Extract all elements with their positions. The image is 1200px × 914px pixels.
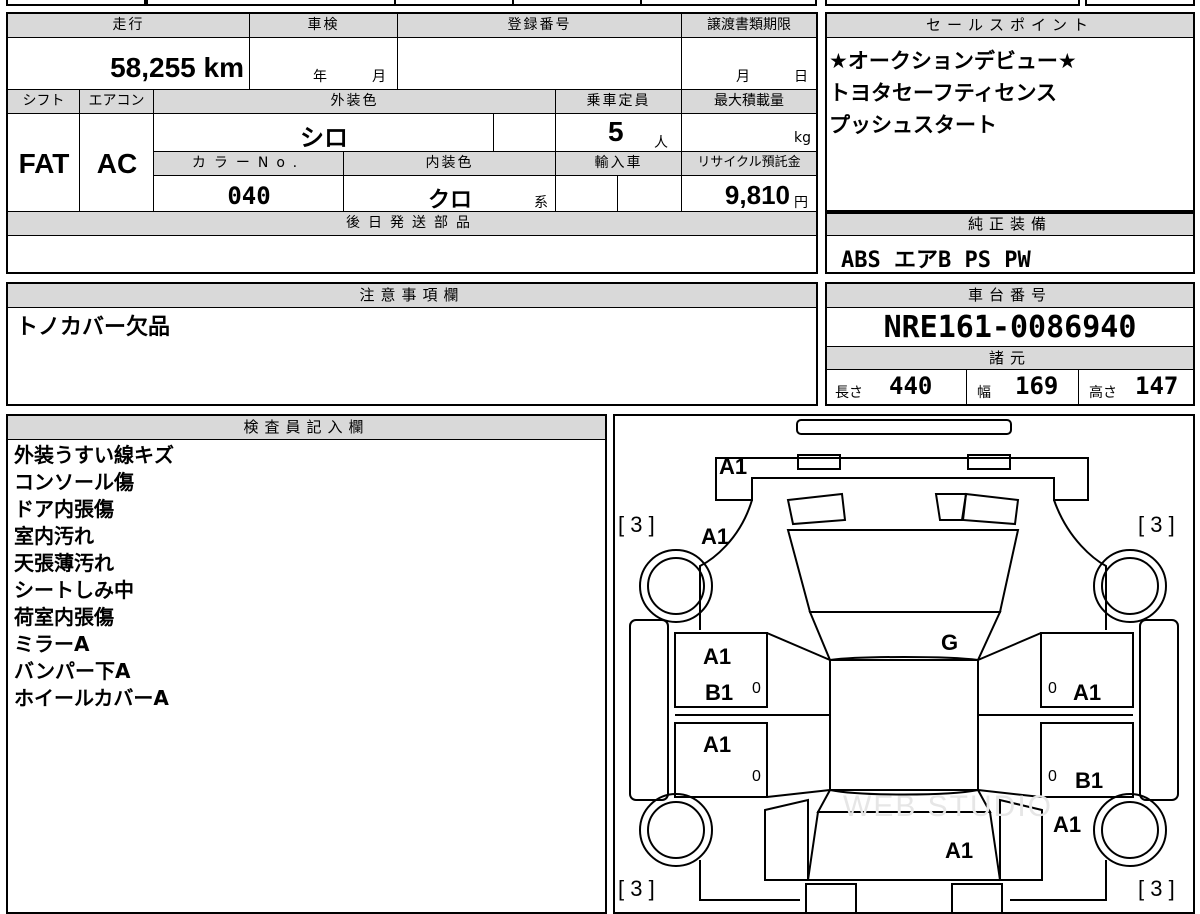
- top-strip-cell: [394, 0, 514, 6]
- top-strip-cell: [640, 0, 817, 6]
- zero-mark: 0: [752, 680, 761, 697]
- exterior-header: 外装色: [154, 90, 556, 114]
- zero-mark: 0: [752, 768, 761, 785]
- car-outline-diagram: [629, 419, 1179, 912]
- inspector-line: 天張薄汚れ: [14, 551, 114, 575]
- car-diagram-box: [ 3 ] [ 3 ] [ 3 ] [ 3 ] A1 A1 G A1 B1 0 …: [613, 414, 1195, 914]
- colorno-header: カラーNo.: [154, 152, 344, 176]
- notes-header: 注意事項欄: [8, 284, 816, 308]
- specs-header: 諸元: [827, 346, 1193, 370]
- inspection-month: 月: [372, 69, 386, 85]
- sales-points-box: セールスポイント ★オークションデビュー★ トヨタセーフティセンス プッシュスタ…: [825, 12, 1195, 212]
- top-strip-cell: [512, 0, 642, 6]
- chassis-header: 車台番号: [827, 284, 1193, 308]
- length-label: 長さ: [835, 385, 863, 401]
- shift-header: シフト: [8, 90, 80, 114]
- chassis-value: NRE161-0086940: [883, 310, 1137, 345]
- sales-line-2: トヨタセーフティセンス: [829, 81, 1058, 105]
- damage-windshield: G: [941, 630, 959, 655]
- width-label: 幅: [977, 385, 991, 401]
- length-value: 440: [889, 372, 933, 400]
- damage-front-left-door-2: B1: [705, 680, 734, 705]
- registration-cell: [398, 38, 682, 90]
- inspector-line: ホイールカバーA: [14, 686, 169, 710]
- damage-hood: A1: [701, 524, 730, 549]
- inspector-line: 室内汚れ: [14, 524, 94, 548]
- damage-trunk: A1: [945, 838, 974, 863]
- import-header: 輸入車: [556, 152, 682, 176]
- damage-rear-right-door: B1: [1075, 768, 1104, 793]
- sales-line-3: プッシュスタート: [829, 113, 997, 137]
- zero-mark: 0: [1048, 680, 1057, 697]
- recycle-value: 9,810: [724, 180, 790, 210]
- colorno-value: 040: [227, 182, 271, 210]
- equipment-header: 純正装備: [827, 214, 1193, 236]
- ac-header: エアコン: [80, 90, 154, 114]
- sales-points-header: セールスポイント: [827, 14, 1193, 38]
- import-cell-a: [556, 176, 618, 212]
- capacity-header: 乗車定員: [556, 90, 682, 114]
- interior-unit: 系: [534, 195, 548, 211]
- exterior-extra-cell: [494, 114, 556, 152]
- damage-front-bumper: A1: [719, 454, 748, 479]
- shift-value: FAT: [18, 148, 70, 179]
- mileage-value: 58,255 km: [110, 52, 244, 83]
- equipment-box: 純正装備 ABS エアB PS PW: [825, 212, 1195, 274]
- sales-line-1: ★オークションデビュー★: [829, 49, 1077, 73]
- inspector-line: 外装うすい線キズ: [14, 443, 174, 467]
- height-value: 147: [1135, 372, 1179, 400]
- inspector-line: ミラーA: [14, 632, 90, 656]
- interior-header: 内装色: [344, 152, 556, 176]
- inspector-line: コンソール傷: [14, 470, 134, 494]
- notes-box: 注意事項欄 トノカバー欠品: [6, 282, 818, 406]
- tire-mark-front-right: [ 3 ]: [1138, 512, 1175, 537]
- load-unit: kg: [794, 130, 811, 146]
- tire-mark-front-left: [ 3 ]: [618, 512, 655, 537]
- notes-value: トノカバー欠品: [16, 315, 171, 340]
- watermark: WEB STUDIO: [843, 790, 1054, 823]
- top-strip-cell: [6, 0, 146, 6]
- zero-mark: 0: [1048, 768, 1057, 785]
- equipment-value: ABS エアB PS PW: [841, 248, 1031, 273]
- load-header: 最大積載量: [682, 90, 816, 114]
- ac-value: AC: [96, 148, 138, 179]
- damage-front-right-door: A1: [1073, 680, 1102, 705]
- later-parts-header: 後日発送部品: [8, 212, 816, 236]
- inspection-year: 年: [313, 69, 327, 85]
- top-strip-cell: [1085, 0, 1195, 6]
- inspector-line: ドア内張傷: [14, 497, 114, 521]
- interior-value: クロ: [427, 188, 472, 213]
- inspector-line: 荷室内張傷: [14, 605, 114, 629]
- chassis-box: 車台番号 NRE161-0086940 諸元 長さ 440 幅 169 高さ 1…: [825, 282, 1195, 406]
- damage-front-left-door: A1: [703, 644, 732, 669]
- transfer-month: 月: [736, 69, 750, 85]
- damage-rear-right-fender: A1: [1053, 812, 1082, 837]
- recycle-header: リサイクル預託金: [682, 152, 816, 176]
- inspector-line: シートしみ中: [14, 578, 134, 602]
- registration-header: 登録番号: [398, 14, 682, 38]
- inspection-header: 車検: [250, 14, 398, 38]
- top-strip-cell: [146, 0, 396, 6]
- width-value: 169: [1015, 372, 1059, 400]
- damage-rear-left-door: A1: [703, 732, 732, 757]
- inspector-header: 検査員記入欄: [8, 416, 605, 440]
- height-label: 高さ: [1089, 385, 1117, 401]
- inspector-box: 検査員記入欄 外装うすい線キズ コンソール傷 ドア内張傷 室内汚れ 天張薄汚れ …: [6, 414, 607, 914]
- tire-mark-rear-left: [ 3 ]: [618, 876, 655, 901]
- top-strip-cell: [825, 0, 1080, 6]
- transfer-day: 日: [794, 69, 808, 85]
- mileage-header: 走行: [8, 14, 250, 38]
- capacity-unit: 人: [654, 135, 668, 151]
- inspector-line: バンパー下A: [14, 659, 131, 683]
- transfer-header: 譲渡書類期限: [682, 14, 816, 38]
- capacity-value: 5: [608, 116, 624, 147]
- recycle-unit: 円: [794, 195, 808, 211]
- exterior-value: シロ: [300, 124, 348, 152]
- import-cell-b: [618, 176, 682, 212]
- tire-mark-rear-right: [ 3 ]: [1138, 876, 1175, 901]
- spec-table: 走行 車検 登録番号 譲渡書類期限 58,255 km 年 月 月 日 シフト …: [6, 12, 818, 274]
